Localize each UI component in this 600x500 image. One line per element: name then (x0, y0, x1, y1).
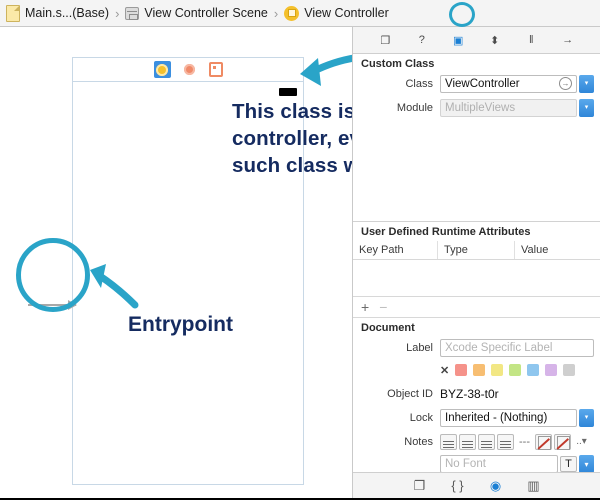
runtime-attributes-title: User Defined Runtime Attributes (353, 222, 600, 241)
runtime-attributes-section: User Defined Runtime Attributes Key Path… (353, 221, 600, 318)
runtime-attributes-body[interactable] (353, 260, 600, 297)
runtime-attributes-footer: + − (353, 297, 600, 318)
document-section-title: Document (353, 318, 600, 337)
breadcrumb-item-label: Main.s...(Base) (25, 6, 109, 20)
scene-dock[interactable] (73, 58, 303, 82)
breadcrumb-item-scene[interactable]: View Controller Scene (125, 6, 267, 20)
view-controller-dock-icon[interactable] (154, 61, 171, 78)
label-color-swatches: ✕ (353, 361, 600, 379)
align-center-icon[interactable] (459, 434, 476, 450)
scene-icon (125, 7, 139, 20)
object-id-value: BYZ-38-t0r (440, 387, 499, 401)
notes-row: Notes --- ..▾ (353, 431, 600, 452)
media-library-icon[interactable]: ▥ (526, 478, 542, 494)
font-panel-icon[interactable]: T (560, 456, 577, 472)
identity-inspector-tab[interactable]: ▣ (449, 31, 467, 49)
exit-icon[interactable] (209, 63, 223, 77)
lock-label: Lock (353, 412, 440, 424)
color-swatch-green[interactable] (509, 364, 521, 376)
add-attribute-button[interactable]: + (361, 299, 369, 315)
lock-row: Lock Inherited - (Nothing) ▾ (353, 407, 600, 428)
annotation-circle-entrypoint (16, 238, 90, 312)
object-library-icon[interactable]: ◉ (488, 478, 504, 494)
runtime-attributes-header: Key Path Type Value (353, 241, 600, 260)
remove-attribute-button[interactable]: − (379, 299, 387, 315)
label-field-label: Label (353, 342, 440, 354)
breadcrumb-item-view-controller[interactable]: View Controller (284, 6, 389, 21)
breadcrumb-item-label: View Controller (304, 6, 389, 20)
text-background-icon[interactable] (554, 434, 571, 450)
align-justify-icon[interactable] (497, 434, 514, 450)
module-dropdown-button[interactable]: ▾ (579, 99, 594, 117)
size-inspector-tab[interactable]: ‖ (522, 31, 540, 49)
connections-inspector-tab[interactable]: → (559, 31, 577, 49)
class-row: Class ViewController → ▾ (353, 73, 600, 94)
class-field[interactable]: ViewController → (440, 75, 577, 93)
class-field-label: Class (353, 78, 440, 90)
custom-class-section-title: Custom Class (353, 54, 600, 73)
color-swatch-purple[interactable] (545, 364, 557, 376)
code-snippet-library-icon[interactable]: { } (450, 478, 466, 494)
spacer (353, 121, 600, 217)
column-key-path: Key Path (353, 241, 438, 259)
annotation-entrypoint-label: Entrypoint (122, 310, 239, 340)
library-bar: ❐ { } ◉ ▥ (353, 472, 600, 498)
status-bar-battery-icon (279, 88, 297, 96)
module-field-label: Module (353, 102, 440, 114)
no-color-swatch[interactable]: ✕ (440, 364, 449, 377)
notes-label: Notes (353, 436, 440, 448)
text-color-icon[interactable] (535, 434, 552, 450)
file-template-library-icon[interactable]: ❐ (412, 478, 428, 494)
class-dropdown-button[interactable]: ▾ (579, 75, 594, 93)
align-left-icon[interactable] (440, 434, 457, 450)
module-row: Module MultipleViews ▾ (353, 97, 600, 118)
color-swatch-gray[interactable] (563, 364, 575, 376)
label-field[interactable]: Xcode Specific Label (440, 339, 594, 357)
column-type: Type (438, 241, 515, 259)
file-inspector-tab[interactable]: ❐ (376, 31, 394, 49)
annotation-circle-identity-tab (449, 2, 475, 27)
notes-font-row: No Font T ▾ (353, 455, 600, 473)
storyboard-file-icon (6, 5, 20, 22)
breadcrumb-item-storyboard[interactable]: Main.s...(Base) (6, 5, 109, 22)
breadcrumb-separator: › (274, 6, 278, 21)
notes-font-field[interactable]: No Font (440, 455, 558, 473)
breadcrumb-separator: › (115, 6, 119, 21)
lock-dropdown-button[interactable]: ▾ (579, 409, 594, 427)
notes-toolbar: --- ..▾ (440, 434, 594, 450)
column-value: Value (515, 241, 600, 259)
class-field-value: ViewController (445, 78, 520, 90)
module-field[interactable]: MultipleViews (440, 99, 577, 117)
attributes-inspector-tab[interactable]: ⬍ (486, 31, 504, 49)
breadcrumb-item-label: View Controller Scene (144, 6, 267, 20)
breadcrumb: Main.s...(Base) › View Controller Scene … (0, 0, 600, 27)
font-stepper-button[interactable]: ▾ (579, 455, 594, 473)
overflow-icon[interactable]: ..▾ (573, 434, 590, 450)
color-swatch-orange[interactable] (473, 364, 485, 376)
lock-select[interactable]: Inherited - (Nothing) (440, 409, 577, 427)
dashes-icon[interactable]: --- (516, 434, 533, 450)
color-swatch-blue[interactable] (527, 364, 539, 376)
inspector-panel: ❐ ? ▣ ⬍ ‖ → Custom Class Class ViewContr… (352, 27, 600, 498)
jump-to-class-icon[interactable]: → (559, 77, 572, 90)
object-id-row: Object ID BYZ-38-t0r (353, 383, 600, 404)
first-responder-icon[interactable] (183, 63, 197, 77)
quick-help-inspector-tab[interactable]: ? (413, 31, 431, 49)
label-row: Label Xcode Specific Label (353, 337, 600, 358)
color-swatch-red[interactable] (455, 364, 467, 376)
view-controller-icon (284, 6, 299, 21)
align-right-icon[interactable] (478, 434, 495, 450)
inspector-tab-bar: ❐ ? ▣ ⬍ ‖ → (353, 27, 600, 54)
color-swatch-yellow[interactable] (491, 364, 503, 376)
object-id-label: Object ID (353, 388, 440, 400)
